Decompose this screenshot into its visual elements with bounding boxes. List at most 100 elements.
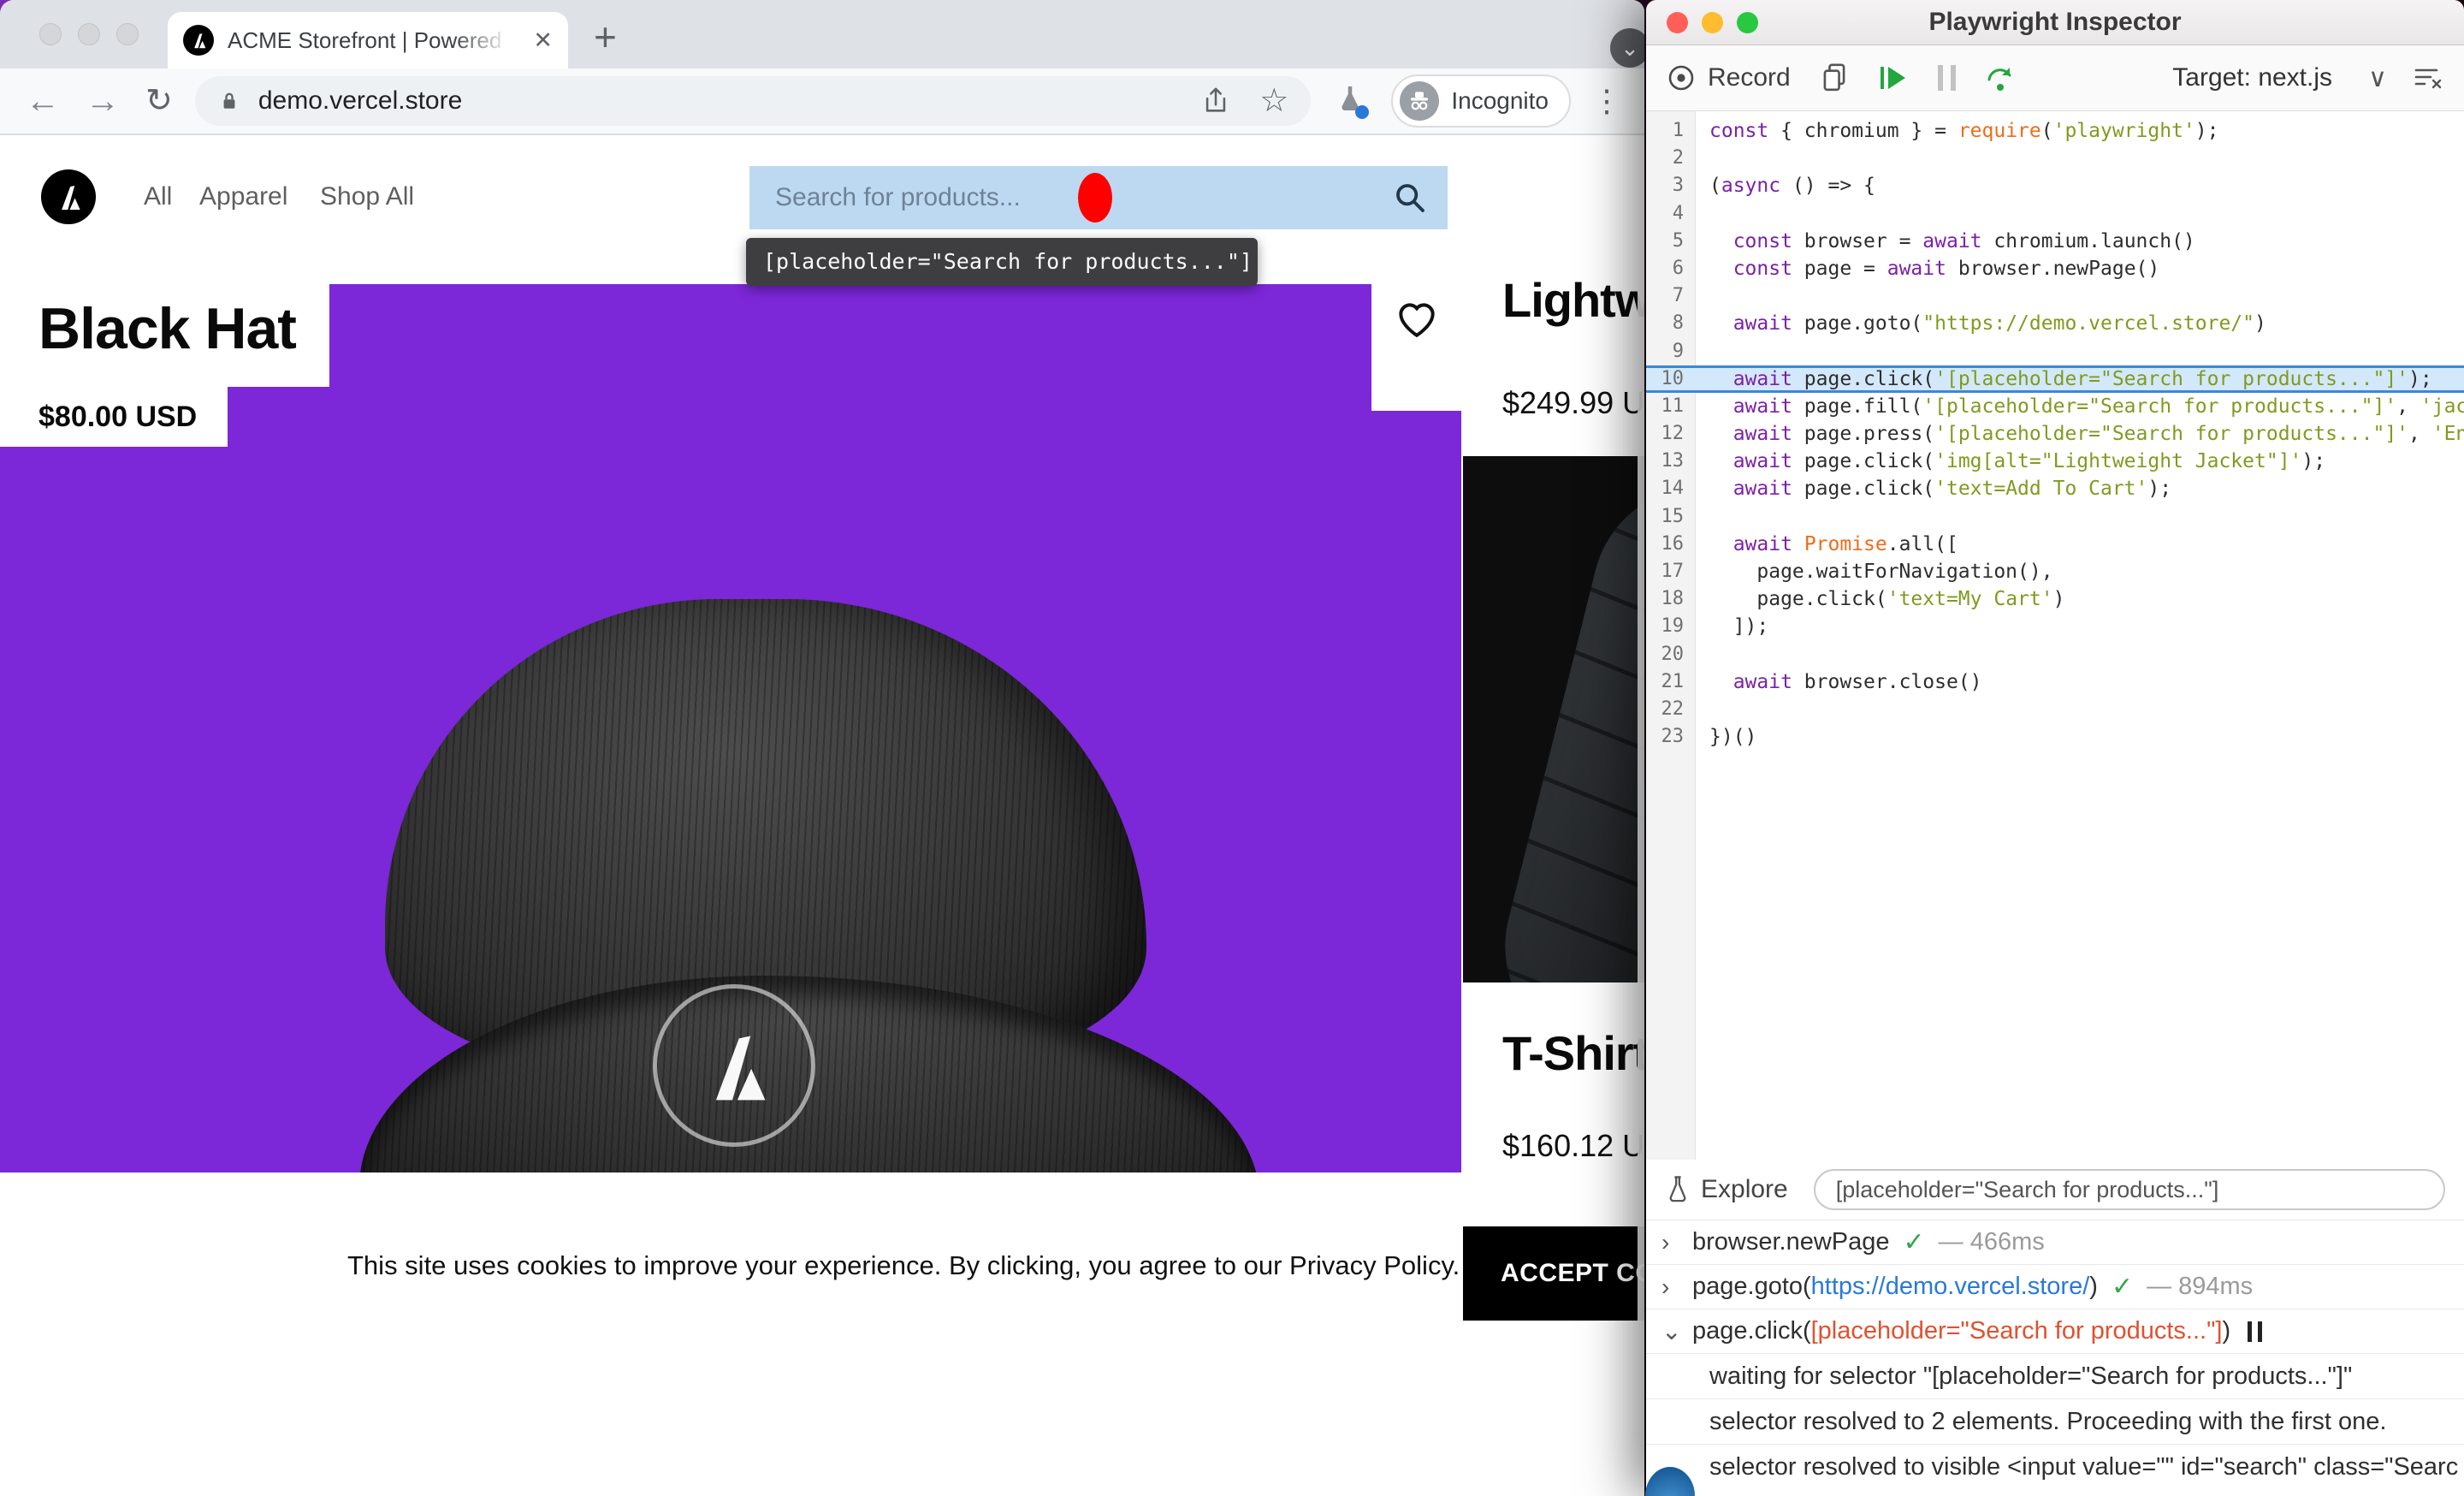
side-product-title[interactable]: T-Shirt (1502, 1025, 1644, 1081)
explore-flask-icon[interactable] (1665, 1175, 1691, 1204)
code-text: await browser.close() (1696, 668, 1982, 696)
search-icon[interactable] (1393, 181, 1427, 215)
close-window-button[interactable] (39, 23, 62, 45)
target-selector[interactable]: Target: next.js (2172, 63, 2332, 92)
code-text: await page.click('img[alt="Lightweight J… (1696, 448, 2325, 475)
log-expand-chevron-icon[interactable]: ⌄ (1661, 1317, 1692, 1345)
code-text: ]); (1696, 613, 1768, 640)
source-code-panel[interactable]: 1const { chromium } = require('playwrigh… (1646, 111, 2464, 1160)
minimize-window-button[interactable] (78, 23, 100, 45)
code-line: 11 await page.fill('[placeholder="Search… (1646, 393, 2464, 420)
store-logo-icon[interactable] (41, 169, 96, 224)
side-product-title[interactable]: Lightweight Jacket (1502, 272, 1644, 328)
incognito-badge: Incognito (1391, 74, 1571, 128)
zoom-window-button[interactable] (116, 23, 139, 45)
code-text: (async () => { (1696, 172, 1875, 199)
log-call-row[interactable]: ›browser.newPage✓— 466ms (1646, 1220, 2464, 1264)
code-line: 20 (1646, 641, 2464, 668)
code-text: await Promise.all([ (1696, 531, 1958, 558)
code-line: 15 (1646, 503, 2464, 531)
log-rows: ›browser.newPage✓— 466ms›page.goto(https… (1646, 1220, 2464, 1489)
forward-icon[interactable]: → (86, 84, 120, 118)
line-number: 3 (1646, 172, 1696, 199)
search-input[interactable] (749, 166, 1393, 229)
zoom-window-button[interactable] (1737, 12, 1758, 33)
heart-icon[interactable] (1393, 294, 1441, 342)
tab-favicon-icon (183, 25, 214, 56)
scrollbar-track[interactable] (1638, 135, 1644, 1496)
code-text (1696, 503, 1709, 531)
code-line: 8 await page.goto("https://demo.vercel.s… (1646, 310, 2464, 337)
code-line: 17 page.waitForNavigation(), (1646, 558, 2464, 585)
line-number: 10 (1646, 365, 1696, 393)
line-number: 14 (1646, 475, 1696, 502)
minimize-window-button[interactable] (1702, 12, 1723, 33)
nav-link-shop-all[interactable]: Shop All (320, 182, 414, 211)
copy-icon[interactable] (1820, 62, 1849, 93)
page-content: All Apparel Shop All [placeholder="Searc… (0, 135, 1644, 1496)
log-expand-chevron-icon[interactable]: › (1661, 1273, 1692, 1301)
code-line: 9 (1646, 338, 2464, 365)
code-line: 1const { chromium } = require('playwrigh… (1646, 117, 2464, 145)
tab-close-icon[interactable]: ✕ (533, 27, 553, 54)
line-number: 4 (1646, 200, 1696, 228)
duration-label: — 894ms (2147, 1273, 2253, 1301)
incognito-label: Incognito (1451, 87, 1549, 115)
code-text (1696, 200, 1709, 228)
chevron-down-icon[interactable]: ∨ (2368, 63, 2387, 93)
share-icon[interactable] (1201, 86, 1230, 116)
back-icon[interactable]: ← (26, 84, 60, 118)
step-over-icon[interactable] (1985, 62, 2016, 93)
reload-icon[interactable]: ↻ (145, 85, 173, 117)
log-detail-row: selector resolved to 2 elements. Proceed… (1646, 1398, 2464, 1444)
line-number: 5 (1646, 228, 1696, 255)
log-expand-chevron-icon[interactable]: › (1661, 1229, 1692, 1256)
code-line: 23})() (1646, 723, 2464, 751)
browser-tab[interactable]: ACME Storefront | Powered by ✕ (168, 12, 568, 68)
incognito-spy-icon (1400, 81, 1439, 121)
product-title: Black Hat (38, 295, 296, 362)
log-call-row[interactable]: ›page.goto(https://demo.vercel.store/)✓—… (1646, 1264, 2464, 1309)
code-line: 13 await page.click('img[alt="Lightweigh… (1646, 448, 2464, 475)
line-number: 11 (1646, 393, 1696, 420)
code-line: 19 ]); (1646, 613, 2464, 640)
close-window-button[interactable] (1667, 12, 1688, 33)
recorded-click-dot (1078, 173, 1112, 223)
explore-selector-input[interactable] (1814, 1169, 2445, 1210)
code-line: 21 await browser.close() (1646, 668, 2464, 696)
nav-link-all[interactable]: All (144, 182, 172, 211)
code-text: const browser = await chromium.launch() (1696, 228, 2195, 255)
tab-strip: ACME Storefront | Powered by ✕ + ⌄ (0, 0, 1644, 68)
code-text: await page.click('[placeholder="Search f… (1696, 365, 2432, 393)
new-tab-button[interactable]: + (594, 14, 617, 60)
beaker-badge-dot (1355, 105, 1369, 119)
nav-link-apparel[interactable]: Apparel (199, 182, 287, 211)
bookmark-star-icon[interactable]: ☆ (1259, 85, 1288, 117)
code-line: 18 page.click('text=My Cart') (1646, 585, 2464, 613)
browser-menu-icon[interactable]: ⋮ (1591, 83, 1622, 119)
line-number: 1 (1646, 117, 1696, 145)
window-controls (39, 23, 139, 45)
jacket-product-image[interactable] (1463, 456, 1644, 982)
duration-label: — 466ms (1939, 1228, 2045, 1256)
clear-log-icon[interactable] (2413, 65, 2443, 91)
line-number: 13 (1646, 448, 1696, 475)
address-bar[interactable]: demo.vercel.store ☆ (195, 76, 1312, 126)
line-number: 20 (1646, 641, 1696, 668)
line-number: 6 (1646, 255, 1696, 282)
code-text (1696, 696, 1709, 723)
pause-icon[interactable] (1938, 65, 1956, 91)
code-line: 12 await page.press('[placeholder="Searc… (1646, 420, 2464, 448)
experiments-beaker-icon[interactable] (1335, 84, 1365, 119)
code-text: })() (1696, 723, 1756, 751)
log-call-row[interactable]: ⌄page.click([placeholder="Search for pro… (1646, 1309, 2464, 1353)
resume-play-icon[interactable] (1878, 64, 1909, 92)
tab-search-button[interactable]: ⌄ (1610, 28, 1644, 68)
inspector-titlebar: Playwright Inspector (1646, 0, 2464, 45)
code-line: 22 (1646, 696, 2464, 723)
record-icon[interactable] (1667, 63, 1696, 92)
accept-cookies-button[interactable]: ACCEPT COOKIES (1463, 1226, 1644, 1321)
acme-logo-on-hat (653, 984, 815, 1147)
code-text: await page.click('text=Add To Cart'); (1696, 475, 2171, 502)
code-line: 5 const browser = await chromium.launch(… (1646, 228, 2464, 255)
